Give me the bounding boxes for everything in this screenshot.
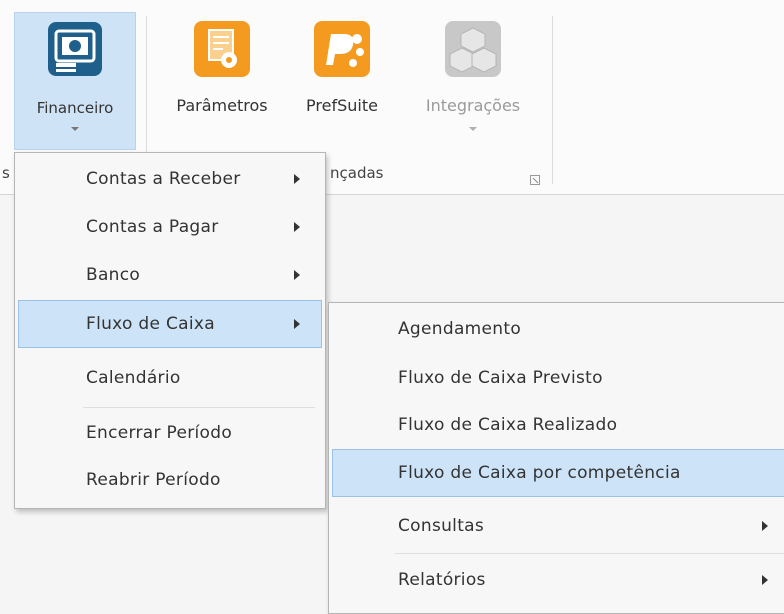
- menu-item-calendario[interactable]: Calendário: [18, 354, 322, 404]
- ribbon-separator: [552, 16, 553, 184]
- menu-item-fluxo-de-caixa[interactable]: Fluxo de Caixa: [18, 300, 322, 348]
- fluxo-de-caixa-submenu: Agendamento Fluxo de Caixa Previsto Flux…: [328, 302, 784, 614]
- prefsuite-button[interactable]: PrefSuite: [292, 14, 392, 144]
- integracoes-button[interactable]: Integrações: [408, 14, 538, 150]
- parametros-button[interactable]: Parâmetros: [160, 14, 284, 144]
- chevron-right-icon: [294, 174, 300, 184]
- financeiro-icon: [47, 21, 103, 81]
- chevron-right-icon: [762, 521, 768, 531]
- menu-item-contas-a-pagar[interactable]: Contas a Pagar: [18, 203, 322, 253]
- financeiro-menu: Contas a Receber Contas a Pagar Banco Fl…: [14, 152, 326, 509]
- group-label: nçadas: [330, 164, 384, 182]
- chevron-right-icon: [294, 270, 300, 280]
- menu-item-reabrir-periodo[interactable]: Reabrir Período: [18, 456, 322, 506]
- group-label: s: [2, 164, 10, 182]
- prefsuite-label: PrefSuite: [306, 96, 378, 115]
- financeiro-button[interactable]: Financeiro: [14, 12, 136, 150]
- menu-item-encerrar-periodo[interactable]: Encerrar Período: [18, 409, 322, 459]
- chevron-right-icon: [762, 575, 768, 585]
- chevron-down-icon: [71, 127, 79, 131]
- menu-item-fluxo-previsto[interactable]: Fluxo de Caixa Previsto: [332, 354, 784, 404]
- dialog-launcher-icon[interactable]: [530, 170, 540, 185]
- prefsuite-icon: [313, 20, 371, 82]
- menu-item-consultas[interactable]: Consultas: [332, 502, 784, 552]
- parametros-icon: [193, 20, 251, 82]
- menu-item-contas-a-receber[interactable]: Contas a Receber: [18, 155, 322, 205]
- financeiro-label: Financeiro: [36, 99, 114, 117]
- parametros-label: Parâmetros: [176, 96, 268, 115]
- menu-item-fluxo-realizado[interactable]: Fluxo de Caixa Realizado: [332, 401, 784, 451]
- integracoes-icon: [444, 20, 502, 82]
- chevron-right-icon: [294, 222, 300, 232]
- menu-item-agendamento[interactable]: Agendamento: [332, 305, 784, 355]
- chevron-down-icon: [469, 127, 477, 131]
- menu-item-banco[interactable]: Banco: [18, 251, 322, 301]
- menu-item-relatorios[interactable]: Relatórios: [332, 556, 784, 606]
- menu-divider: [83, 407, 315, 408]
- integracoes-label: Integrações: [425, 96, 521, 115]
- menu-item-fluxo-por-competencia[interactable]: Fluxo de Caixa por competência: [332, 449, 784, 497]
- menu-divider: [395, 553, 784, 554]
- chevron-right-icon: [294, 319, 300, 329]
